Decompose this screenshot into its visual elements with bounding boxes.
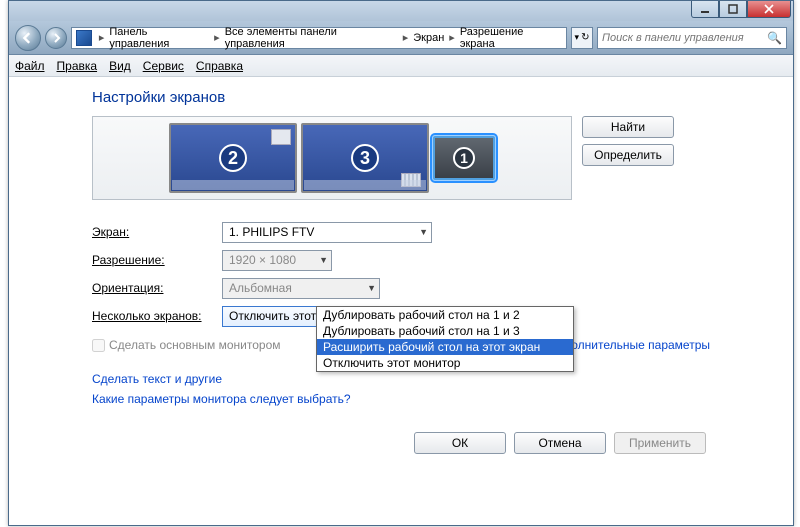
chevron-right-icon: ▸	[448, 31, 456, 44]
breadcrumb-item[interactable]: Экран	[411, 31, 446, 45]
control-panel-icon	[76, 30, 92, 46]
close-button[interactable]	[747, 1, 791, 18]
preview-row: 2 3 1 Найти Определить	[92, 116, 710, 200]
monitor-number: 2	[219, 144, 247, 172]
chevron-down-icon: ▼	[367, 283, 376, 293]
app-window-icon	[271, 129, 291, 145]
chevron-right-icon: ▸	[402, 31, 410, 44]
text-size-link[interactable]: Сделать текст и другие	[92, 372, 710, 386]
search-icon[interactable]: 🔍	[767, 31, 782, 45]
ok-button[interactable]: ОК	[414, 432, 506, 454]
dropdown-option-highlighted[interactable]: Расширить рабочий стол на этот экран	[317, 339, 573, 355]
monitor-2[interactable]: 2	[169, 123, 297, 193]
menu-help[interactable]: Справка	[196, 59, 243, 73]
row-resolution: Разрешение: 1920 × 1080 ▼	[92, 246, 710, 274]
dropdown-option[interactable]: Дублировать рабочий стол на 1 и 2	[317, 307, 573, 323]
breadcrumb-item[interactable]: Разрешение экрана	[458, 25, 562, 51]
content-inner: Настройки экранов 2 3 1	[92, 89, 710, 454]
monitor-number: 3	[351, 144, 379, 172]
dropdown-option[interactable]: Дублировать рабочий стол на 1 и 3	[317, 323, 573, 339]
search-input[interactable]	[602, 32, 763, 44]
nav-back-button[interactable]	[15, 25, 41, 51]
screen-select[interactable]: 1. PHILIPS FTV ▼	[222, 222, 432, 243]
window-controls	[691, 1, 791, 18]
taskbar-icon	[172, 180, 294, 190]
maximize-button[interactable]	[719, 1, 747, 18]
multiple-displays-dropdown: Дублировать рабочий стол на 1 и 2 Дублир…	[316, 306, 574, 372]
search-box[interactable]: 🔍	[597, 27, 787, 49]
chevron-right-icon: ▸	[213, 31, 221, 44]
preview-side-buttons: Найти Определить	[582, 116, 674, 166]
label-multiple: Несколько экранов:	[92, 309, 222, 323]
menu-file[interactable]: Файл	[15, 59, 45, 73]
label-orientation: Ориентация:	[92, 281, 222, 295]
chevron-right-icon: ▸	[98, 31, 106, 44]
chevron-down-icon: ▾	[575, 32, 580, 43]
monitor-1[interactable]: 1	[433, 136, 495, 180]
cancel-button[interactable]: Отмена	[514, 432, 606, 454]
make-main-label: Сделать основным монитором	[109, 338, 281, 352]
row-screen: Экран: 1. PHILIPS FTV ▼	[92, 218, 710, 246]
dropdown-option[interactable]: Отключить этот монитор	[317, 355, 573, 371]
monitor-number: 1	[453, 147, 475, 169]
menu-service[interactable]: Сервис	[143, 59, 184, 73]
make-main-checkbox[interactable]	[92, 339, 105, 352]
nav-forward-button[interactable]	[45, 27, 67, 49]
label-resolution: Разрешение:	[92, 253, 222, 267]
breadcrumb-bar[interactable]: ▸ Панель управления ▸ Все элементы панел…	[71, 27, 567, 49]
dialog-buttons: ОК Отмена Применить	[92, 432, 710, 454]
address-bar-row: ▸ Панель управления ▸ Все элементы панел…	[9, 21, 793, 55]
display-preview-box[interactable]: 2 3 1	[92, 116, 572, 200]
screen-value: 1. PHILIPS FTV	[229, 225, 314, 239]
page-title: Настройки экранов	[92, 89, 710, 106]
resolution-value: 1920 × 1080	[229, 253, 296, 267]
menu-edit[interactable]: Правка	[57, 59, 98, 73]
title-bar	[9, 1, 793, 21]
chevron-down-icon: ▼	[419, 227, 428, 237]
resolution-select[interactable]: 1920 × 1080 ▼	[222, 250, 332, 271]
refresh-icon: ↻	[581, 32, 589, 43]
which-monitor-link[interactable]: Какие параметры монитора следует выбрать…	[92, 392, 710, 406]
help-links: Сделать текст и другие Какие параметры м…	[92, 372, 710, 406]
window-frame: ▸ Панель управления ▸ Все элементы панел…	[8, 0, 794, 526]
refresh-dropdown-button[interactable]: ▾ ↻	[571, 27, 593, 49]
breadcrumb-item[interactable]: Панель управления	[107, 25, 211, 51]
apply-button[interactable]: Применить	[614, 432, 706, 454]
minimize-button[interactable]	[691, 1, 719, 18]
detect-button[interactable]: Найти	[582, 116, 674, 138]
content-area: Настройки экранов 2 3 1	[9, 77, 793, 454]
orientation-value: Альбомная	[229, 281, 292, 295]
menu-bar: Файл Правка Вид Сервис Справка	[9, 55, 793, 77]
breadcrumb-item[interactable]: Все элементы панели управления	[223, 25, 400, 51]
label-screen: Экран:	[92, 225, 222, 239]
menu-view[interactable]: Вид	[109, 59, 131, 73]
chevron-down-icon: ▼	[319, 255, 328, 265]
row-orientation: Ориентация: Альбомная ▼	[92, 274, 710, 302]
monitor-3[interactable]: 3	[301, 123, 429, 193]
orientation-select[interactable]: Альбомная ▼	[222, 278, 380, 299]
taskbar-icon	[304, 180, 426, 190]
identify-button[interactable]: Определить	[582, 144, 674, 166]
